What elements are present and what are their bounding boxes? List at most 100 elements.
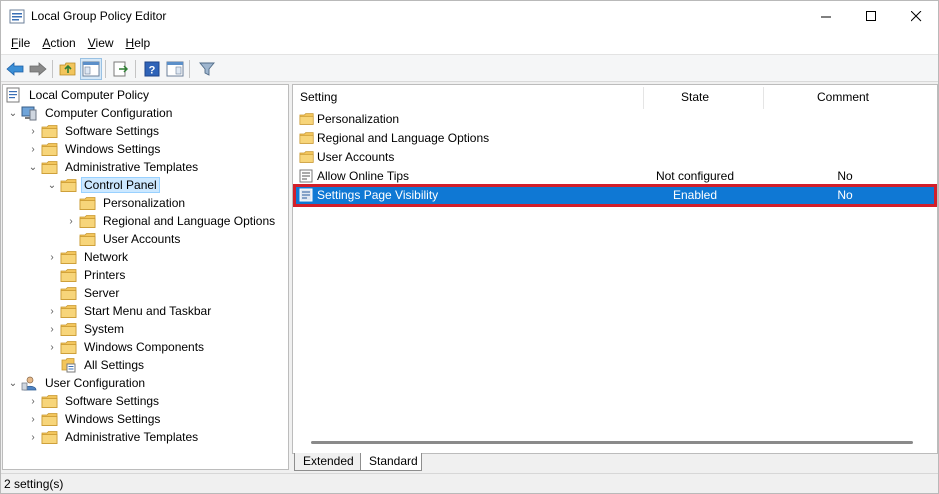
- chevron-right-icon[interactable]: ›: [25, 140, 41, 158]
- close-icon: [910, 11, 921, 22]
- menu-bar: File Action View Help: [1, 32, 938, 54]
- tree-item-label: User Accounts: [103, 232, 181, 246]
- chevron-right-icon[interactable]: ›: [44, 302, 60, 320]
- tree-item-cc-administrative-templates[interactable]: ⌄ Administrative Templates: [25, 158, 201, 176]
- console-tree: Local Computer Policy ⌄ Computer Configu…: [2, 84, 289, 470]
- list-item-settings-page-visibility[interactable]: Settings Page Visibility Enabled No: [293, 184, 937, 207]
- list-item-personalization[interactable]: Personalization: [295, 110, 935, 129]
- tree-item-network[interactable]: › Network: [44, 248, 131, 266]
- folder-icon: [79, 213, 97, 229]
- tree-item-all-settings[interactable]: All Settings: [44, 356, 147, 374]
- console-tree-icon: [82, 61, 100, 77]
- group-policy-app-icon: [9, 9, 25, 24]
- tree-item-uc-software-settings[interactable]: › Software Settings: [25, 392, 162, 410]
- tree-item-label: Local Computer Policy: [29, 88, 150, 102]
- list-header: Setting State Comment: [293, 85, 937, 110]
- column-header-state[interactable]: State: [681, 85, 709, 110]
- tree-item-cp-user-accounts[interactable]: User Accounts: [63, 230, 183, 248]
- tree-item-windows-components[interactable]: › Windows Components: [44, 338, 207, 356]
- filter-button[interactable]: [196, 58, 218, 80]
- chevron-down-icon[interactable]: ⌄: [5, 374, 21, 392]
- setting-comment: No: [837, 169, 853, 183]
- forward-button[interactable]: [27, 58, 49, 80]
- tab-standard[interactable]: Standard: [360, 453, 422, 471]
- column-divider[interactable]: [763, 87, 764, 109]
- tree-item-uc-administrative-templates[interactable]: › Administrative Templates: [25, 428, 201, 446]
- back-button[interactable]: [4, 58, 26, 80]
- tree-item-label: Regional and Language Options: [103, 214, 276, 228]
- tree-item-start-menu[interactable]: › Start Menu and Taskbar: [44, 302, 214, 320]
- tree-item-uc-windows-settings[interactable]: › Windows Settings: [25, 410, 163, 428]
- policy-setting-icon: [299, 188, 315, 203]
- tree-item-cp-regional[interactable]: › Regional and Language Options: [63, 212, 278, 230]
- chevron-right-icon[interactable]: ›: [44, 248, 60, 266]
- toolbar-separator: [135, 60, 136, 78]
- tree-item-label: User Configuration: [45, 376, 146, 390]
- all-settings-icon: [60, 357, 78, 373]
- tree-item-control-panel[interactable]: ⌄ Control Panel: [44, 176, 160, 194]
- tree-item-local-computer-policy[interactable]: Local Computer Policy: [5, 86, 152, 104]
- maximize-icon: [865, 11, 876, 21]
- tab-extended[interactable]: Extended: [294, 453, 362, 471]
- tree-item-cp-personalization[interactable]: Personalization: [63, 194, 188, 212]
- folder-icon: [41, 159, 59, 175]
- help-button[interactable]: ?: [141, 58, 163, 80]
- show-hide-console-tree-button[interactable]: [80, 58, 102, 80]
- chevron-down-icon[interactable]: ⌄: [25, 158, 41, 176]
- chevron-right-icon[interactable]: ›: [44, 338, 60, 356]
- setting-name: Regional and Language Options: [317, 131, 490, 145]
- horizontal-scrollbar[interactable]: [311, 441, 913, 444]
- chevron-down-icon[interactable]: ⌄: [44, 176, 60, 194]
- chevron-right-icon[interactable]: ›: [25, 122, 41, 140]
- chevron-down-icon[interactable]: ⌄: [5, 104, 21, 122]
- tree-item-label: Computer Configuration: [45, 106, 173, 120]
- title-bar: Local Group Policy Editor: [1, 1, 938, 32]
- maximize-button[interactable]: [848, 1, 894, 32]
- back-arrow-icon: [6, 62, 24, 76]
- tree-item-user-configuration[interactable]: ⌄ User Configuration: [5, 374, 148, 392]
- tree-item-label: Windows Settings: [65, 142, 161, 156]
- policy-document-icon: [5, 87, 23, 103]
- tree-item-system[interactable]: › System: [44, 320, 127, 338]
- tree-item-label: System: [84, 322, 125, 336]
- list-item-user-accounts[interactable]: User Accounts: [295, 148, 935, 167]
- chevron-right-icon[interactable]: ›: [25, 410, 41, 428]
- show-action-pane-button[interactable]: [164, 58, 186, 80]
- folder-icon: [60, 249, 78, 265]
- menu-view[interactable]: View: [82, 34, 120, 52]
- chevron-right-icon[interactable]: ›: [25, 392, 41, 410]
- column-divider[interactable]: [643, 87, 644, 109]
- tree-item-server[interactable]: Server: [44, 284, 122, 302]
- status-bar: 2 setting(s): [1, 473, 938, 493]
- tree-item-cc-windows-settings[interactable]: › Windows Settings: [25, 140, 163, 158]
- chevron-right-icon[interactable]: ›: [44, 320, 60, 338]
- tree-item-label: Start Menu and Taskbar: [84, 304, 212, 318]
- up-one-level-button[interactable]: [57, 58, 79, 80]
- export-list-button[interactable]: [110, 58, 132, 80]
- chevron-right-icon[interactable]: ›: [63, 212, 79, 230]
- tree-item-printers[interactable]: Printers: [44, 266, 128, 284]
- tree-item-cc-software-settings[interactable]: › Software Settings: [25, 122, 162, 140]
- menu-view-label: iew: [95, 36, 114, 50]
- list-item-regional[interactable]: Regional and Language Options: [295, 129, 935, 148]
- action-pane-icon: [166, 61, 184, 77]
- setting-state: Not configured: [655, 169, 735, 183]
- folder-icon: [41, 429, 59, 445]
- menu-file[interactable]: File: [5, 34, 36, 52]
- tree-item-computer-configuration[interactable]: ⌄ Computer Configuration: [5, 104, 175, 122]
- minimize-button[interactable]: [803, 1, 849, 32]
- folder-icon: [41, 393, 59, 409]
- menu-help[interactable]: Help: [120, 34, 157, 52]
- close-button[interactable]: [893, 1, 939, 32]
- chevron-right-icon[interactable]: ›: [25, 428, 41, 446]
- column-header-comment[interactable]: Comment: [817, 85, 869, 110]
- folder-up-icon: [59, 62, 76, 76]
- menu-action[interactable]: Action: [36, 34, 81, 52]
- details-pane: Setting State Comment Personalization Re…: [292, 84, 938, 454]
- column-header-setting[interactable]: Setting: [300, 85, 337, 110]
- tree-item-label: Server: [84, 286, 120, 300]
- list-item-allow-online-tips[interactable]: Allow Online Tips Not configured No: [295, 167, 935, 186]
